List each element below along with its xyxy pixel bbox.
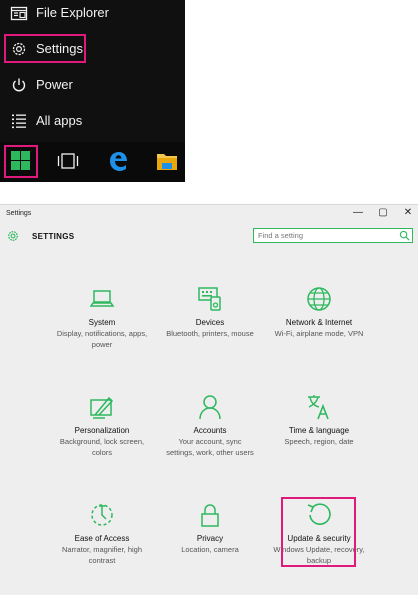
close-button[interactable]: ✕: [401, 206, 415, 220]
menu-item-label: Power: [36, 77, 73, 92]
tile-description: Speech, region, date: [284, 437, 354, 446]
tile-personalization[interactable]: Personalization Background, lock screen,…: [52, 394, 152, 458]
paint-icon: [89, 394, 115, 420]
tile-time-language[interactable]: Time & language Speech, region, date: [269, 394, 369, 448]
menu-item-power[interactable]: Power: [0, 67, 185, 103]
tile-description: Wi-Fi, airplane mode, VPN: [274, 329, 364, 338]
search-icon[interactable]: [399, 230, 410, 241]
tile-network[interactable]: Network & Internet Wi-Fi, airplane mode,…: [269, 286, 369, 340]
lock-icon: [197, 502, 223, 528]
tile-description: Narrator, magnifier, high contrast: [61, 545, 143, 565]
minimize-button[interactable]: —: [351, 206, 365, 220]
menu-item-label: File Explorer: [36, 5, 109, 20]
gear-icon: [6, 229, 20, 243]
tile-title: Personalization: [74, 426, 130, 435]
tile-accounts[interactable]: Accounts Your account, sync settings, wo…: [160, 394, 260, 458]
tile-description: Bluetooth, printers, mouse: [166, 329, 254, 338]
search-input[interactable]: [256, 229, 398, 242]
settings-highlight-box: [4, 34, 86, 63]
ease-of-access-icon: [89, 502, 115, 528]
tile-devices[interactable]: Devices Bluetooth, printers, mouse: [160, 286, 260, 340]
start-button-highlight-box: [4, 145, 38, 178]
tile-title: Devices: [195, 318, 225, 327]
menu-item-all-apps[interactable]: All apps: [0, 103, 185, 139]
tile-system[interactable]: System Display, notifications, apps, pow…: [52, 286, 152, 350]
time-language-icon: [306, 394, 332, 420]
person-icon: [197, 394, 223, 420]
file-explorer-icon[interactable]: [156, 152, 178, 171]
tile-title: System: [88, 318, 116, 327]
menu-item-file-explorer[interactable]: File Explorer: [0, 0, 185, 31]
tile-ease-of-access[interactable]: Ease of Access Narrator, magnifier, high…: [52, 502, 152, 566]
tile-description: Your account, sync settings, work, other…: [166, 437, 254, 457]
update-security-highlight-box: [281, 497, 356, 567]
tile-title: Accounts: [193, 426, 227, 435]
window-title: Settings: [6, 210, 32, 217]
tile-title: Time & language: [288, 426, 350, 435]
laptop-icon: [89, 286, 115, 312]
devices-icon: [197, 286, 223, 312]
settings-window: Settings — ▢ ✕ SETTINGS System Display, …: [0, 204, 418, 595]
menu-item-label: All apps: [36, 113, 83, 128]
tile-description: Background, lock screen, colors: [59, 437, 145, 457]
tile-description: Display, notifications, apps, power: [56, 329, 148, 349]
folder-icon: [10, 4, 28, 22]
tile-title: Ease of Access: [74, 534, 130, 543]
task-view-icon[interactable]: [57, 153, 79, 169]
maximize-button[interactable]: ▢: [376, 206, 390, 220]
edge-browser-icon[interactable]: [107, 150, 129, 172]
tile-title: Privacy: [196, 534, 224, 543]
list-icon: [10, 112, 28, 130]
search-box[interactable]: [253, 228, 413, 243]
power-icon: [10, 76, 28, 94]
globe-icon: [306, 286, 332, 312]
page-title: SETTINGS: [32, 232, 75, 241]
tile-title: Network & Internet: [285, 318, 353, 327]
tile-description: Location, camera: [181, 545, 239, 554]
tile-privacy[interactable]: Privacy Location, camera: [160, 502, 260, 556]
